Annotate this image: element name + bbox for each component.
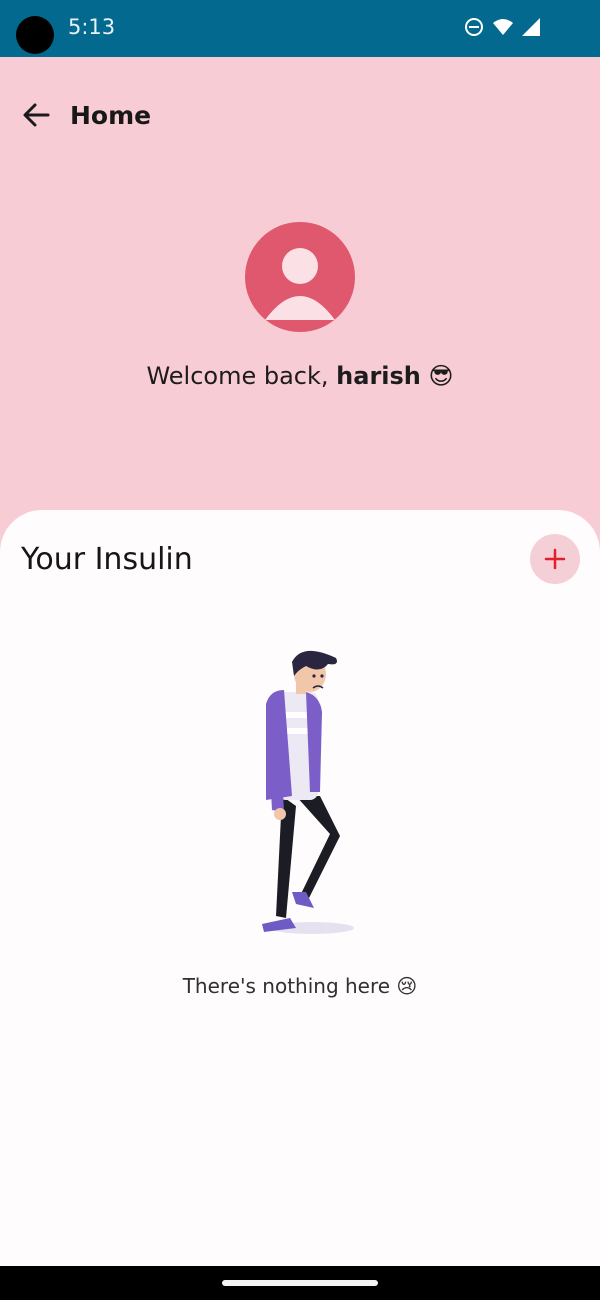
add-insulin-button[interactable] — [530, 534, 580, 584]
plus-icon — [544, 548, 566, 570]
empty-state-text: There's nothing here — [182, 974, 391, 998]
app-header: Home — [0, 57, 600, 177]
status-icons — [464, 17, 540, 37]
signal-icon — [522, 18, 540, 36]
screen: 5:13 Home Welcome back, harish 😎 Your In… — [0, 0, 600, 1300]
crying-emoji: 😢 — [396, 974, 418, 998]
status-bar: 5:13 — [0, 0, 600, 57]
dnd-icon — [465, 18, 483, 36]
system-nav-bar — [0, 1266, 600, 1300]
card-title: Your Insulin — [21, 542, 193, 577]
camera-cutout — [16, 16, 54, 54]
insulin-card: Your Insulin There's nothing here 😢 — [0, 510, 600, 1266]
page-title: Home — [70, 101, 152, 130]
user-name: harish — [336, 362, 421, 390]
avatar-graphic — [265, 248, 335, 320]
home-gesture-handle[interactable] — [222, 1280, 378, 1286]
arrow-left-icon — [23, 103, 50, 127]
empty-state-message: There's nothing here 😢 — [0, 974, 600, 998]
wifi-icon — [493, 19, 513, 35]
sad-person-illustration — [262, 650, 354, 934]
cool-emoji: 😎 — [428, 362, 454, 390]
status-time: 5:13 — [68, 15, 116, 39]
welcome-message: Welcome back, harish 😎 — [0, 362, 600, 390]
user-avatar-icon[interactable] — [245, 222, 355, 332]
back-button[interactable] — [18, 97, 54, 133]
welcome-prefix: Welcome back, — [146, 362, 337, 390]
